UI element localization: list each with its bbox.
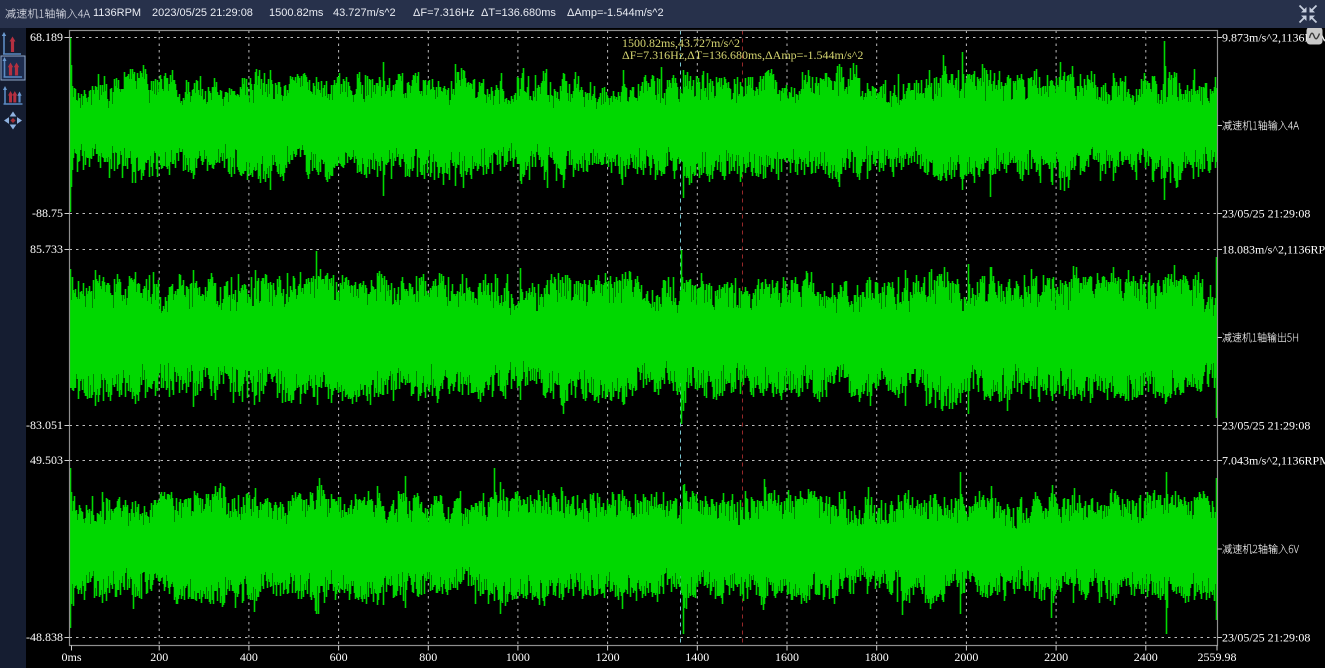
svg-text:0ms: 0ms bbox=[61, 650, 81, 664]
svg-text:ΔF=7.316Hz,ΔT=136.680ms,ΔAmp=-: ΔF=7.316Hz,ΔT=136.680ms,ΔAmp=-1.544m/s^2 bbox=[622, 48, 863, 62]
svg-text:2559.98: 2559.98 bbox=[1198, 650, 1237, 664]
svg-text:1200: 1200 bbox=[596, 650, 620, 664]
svg-text:800: 800 bbox=[419, 650, 437, 664]
svg-text:2200: 2200 bbox=[1044, 650, 1068, 664]
svg-text:1600: 1600 bbox=[775, 650, 799, 664]
svg-text:-83.051: -83.051 bbox=[26, 418, 63, 432]
svg-text:-48.838: -48.838 bbox=[26, 630, 63, 644]
svg-text:49.503: 49.503 bbox=[30, 453, 63, 467]
svg-text:85.733: 85.733 bbox=[30, 242, 63, 256]
svg-text:7.043m/s^2,1136RPM: 7.043m/s^2,1136RPM bbox=[1222, 454, 1325, 468]
svg-text:18.083m/s^2,1136RPM: 18.083m/s^2,1136RPM bbox=[1222, 243, 1325, 257]
svg-text:1400: 1400 bbox=[685, 650, 709, 664]
svg-text:-88.75: -88.75 bbox=[32, 206, 63, 220]
svg-text:68.189: 68.189 bbox=[30, 30, 63, 44]
svg-text:2400: 2400 bbox=[1134, 650, 1158, 664]
svg-text:23/05/25 21:29:08: 23/05/25 21:29:08 bbox=[1222, 207, 1310, 221]
svg-text:1800: 1800 bbox=[865, 650, 889, 664]
svg-text:23/05/25 21:29:08: 23/05/25 21:29:08 bbox=[1222, 631, 1310, 645]
svg-text:200: 200 bbox=[150, 650, 168, 664]
svg-text:2000: 2000 bbox=[954, 650, 978, 664]
svg-text:1000: 1000 bbox=[506, 650, 530, 664]
svg-text:400: 400 bbox=[240, 650, 258, 664]
svg-text:600: 600 bbox=[330, 650, 348, 664]
svg-text:23/05/25 21:29:08: 23/05/25 21:29:08 bbox=[1222, 419, 1310, 433]
